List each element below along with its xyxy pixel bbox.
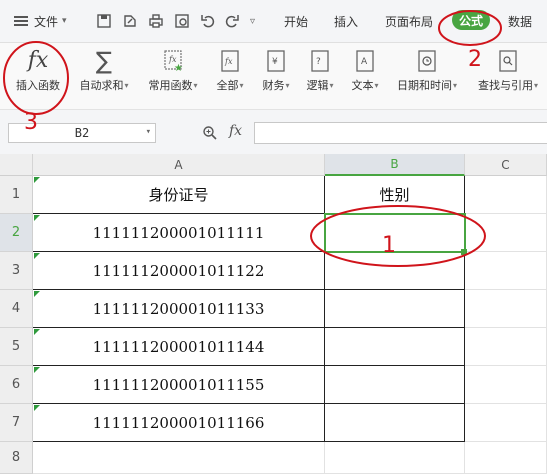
annotation-number-1: 1: [382, 233, 396, 258]
annotation-number-2: 2: [468, 47, 482, 72]
annotation-ellipse-cell-b2: [310, 205, 486, 267]
annotation-ellipse-formula-tab: [438, 10, 502, 46]
annotation-layer: [3, 10, 502, 267]
annotation-number-3: 3: [24, 110, 38, 135]
annotation-ellipse-insert-function: [3, 41, 69, 115]
